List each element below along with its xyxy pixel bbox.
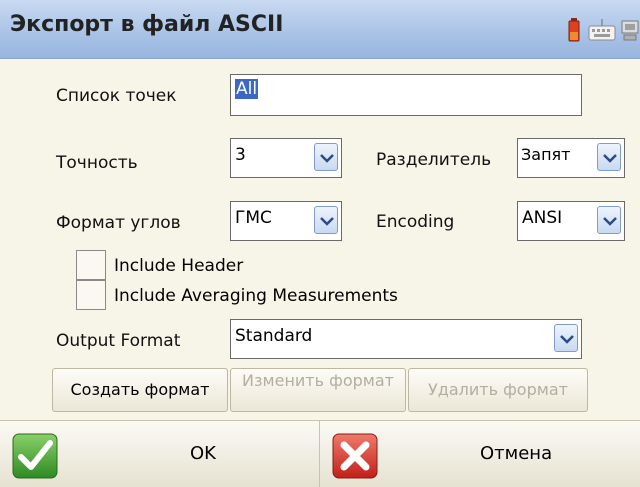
chevron-down-icon — [560, 335, 574, 344]
precision-label: Точность — [56, 153, 138, 173]
separator-value: Запят — [521, 145, 571, 164]
include-averaging-label[interactable]: Include Averaging Measurements — [114, 286, 398, 306]
title-bar: Экспорт в файл ASCII — [0, 0, 640, 59]
chevron-down-icon — [320, 217, 334, 226]
output-format-dropdown-button[interactable] — [554, 324, 578, 352]
cancel-button[interactable]: Отмена — [320, 421, 640, 487]
chevron-down-icon — [320, 154, 334, 163]
export-ascii-dialog: Экспорт в файл ASCII Список точек All То… — [0, 0, 640, 487]
chevron-down-icon — [603, 154, 617, 163]
command-bar: OK Отмена — [0, 420, 640, 487]
precision-dropdown[interactable]: 3 — [230, 138, 342, 178]
output-format-value: Standard — [235, 326, 313, 346]
include-averaging-checkbox[interactable] — [76, 280, 106, 310]
include-header-checkbox[interactable] — [76, 250, 106, 280]
output-format-dropdown[interactable]: Standard — [230, 319, 582, 359]
close-icon — [332, 433, 378, 479]
chevron-down-icon — [603, 217, 617, 226]
create-format-button[interactable]: Создать формат — [52, 368, 228, 412]
precision-value: 3 — [235, 145, 246, 165]
cancel-label: Отмена — [480, 443, 553, 464]
edit-format-button[interactable]: Изменить формат — [230, 368, 406, 412]
output-format-label: Output Format — [56, 331, 181, 351]
keyboard-icon[interactable] — [588, 18, 616, 42]
encoding-dropdown-button[interactable] — [597, 206, 621, 234]
points-list-input[interactable]: All — [230, 74, 582, 116]
points-list-value: All — [235, 79, 259, 99]
ok-button[interactable]: OK — [0, 421, 320, 487]
encoding-dropdown[interactable]: ANSI — [517, 201, 625, 241]
angle-format-dropdown[interactable]: ГМС — [230, 201, 342, 241]
window-title: Экспорт в файл ASCII — [10, 12, 284, 37]
connection-icon[interactable] — [620, 18, 640, 42]
delete-format-button[interactable]: Удалить формат — [408, 368, 588, 412]
include-header-label[interactable]: Include Header — [114, 256, 243, 276]
checkmark-icon — [12, 433, 58, 479]
ok-label: OK — [190, 443, 216, 464]
precision-dropdown-button[interactable] — [314, 143, 338, 171]
separator-label: Разделитель — [376, 150, 492, 170]
angle-format-dropdown-button[interactable] — [314, 206, 338, 234]
separator-dropdown[interactable]: Запят — [517, 138, 625, 178]
encoding-label: Encoding — [376, 212, 455, 232]
battery-icon[interactable] — [568, 18, 580, 42]
encoding-value: ANSI — [522, 208, 563, 228]
separator-dropdown-button[interactable] — [597, 143, 621, 171]
points-list-label: Список точек — [56, 86, 177, 106]
angle-format-label: Формат углов — [56, 213, 181, 233]
angle-format-value: ГМС — [235, 208, 272, 228]
